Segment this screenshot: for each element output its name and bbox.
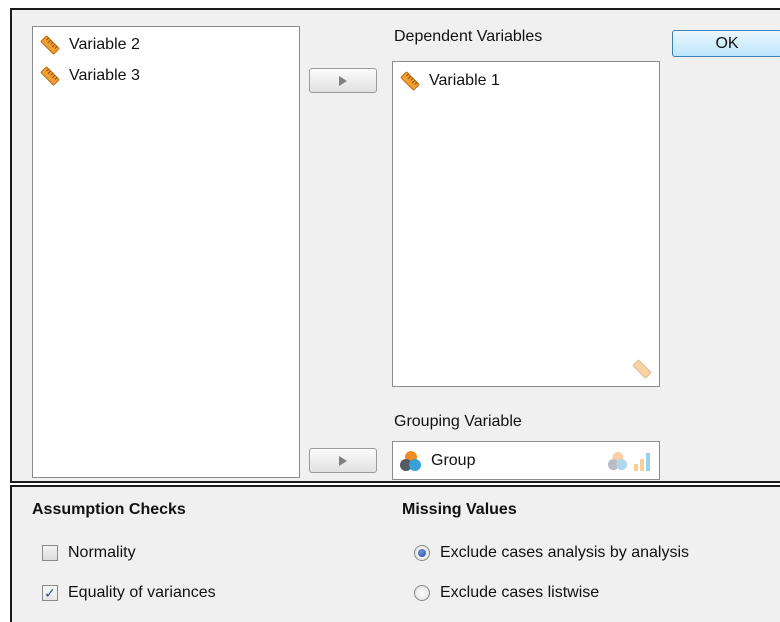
nominal-hint-icon bbox=[607, 451, 628, 471]
equality-of-variances-label: Equality of variances bbox=[68, 584, 216, 601]
exclude-listwise-label: Exclude cases listwise bbox=[440, 584, 600, 601]
list-item-label: Variable 3 bbox=[69, 67, 140, 84]
scale-ruler-icon bbox=[40, 35, 60, 55]
equality-of-variances-checkbox[interactable]: ✓ bbox=[42, 585, 58, 601]
radio-selected-dot bbox=[418, 549, 426, 557]
exclude-listwise-radio-row[interactable]: Exclude cases listwise bbox=[414, 584, 599, 602]
grouping-variable-box[interactable]: Group bbox=[392, 441, 660, 480]
equality-of-variances-checkbox-row[interactable]: ✓ Equality of variances bbox=[42, 584, 216, 602]
scale-ruler-icon bbox=[40, 66, 60, 86]
arrow-right-icon bbox=[339, 75, 347, 86]
dependent-variables-list[interactable]: Variable 1 bbox=[392, 61, 660, 387]
missing-values-title: Missing Values bbox=[402, 501, 517, 518]
source-variables-list[interactable]: Variable 2 Variable 3 bbox=[32, 26, 300, 478]
list-item-variable-1[interactable]: Variable 1 bbox=[399, 69, 500, 93]
scale-ruler-icon bbox=[400, 71, 420, 91]
grouping-variable-item[interactable]: Group bbox=[399, 449, 475, 473]
scale-ruler-hint-icon bbox=[632, 359, 652, 379]
options-panel: Assumption Checks Missing Values Normali… bbox=[10, 485, 780, 622]
list-item-variable-3[interactable]: Variable 3 bbox=[39, 64, 140, 88]
variables-panel: Variable 2 Variable 3 Dependent Variable… bbox=[10, 8, 780, 483]
grouping-variable-label: Group bbox=[431, 452, 476, 469]
list-item-label: Variable 1 bbox=[429, 72, 500, 89]
list-item-label: Variable 2 bbox=[69, 36, 140, 53]
exclude-analysis-by-analysis-label: Exclude cases analysis by analysis bbox=[440, 544, 690, 561]
move-to-grouping-button[interactable] bbox=[309, 448, 377, 473]
arrow-right-icon bbox=[339, 455, 347, 466]
checkmark-icon: ✓ bbox=[44, 585, 56, 601]
ordinal-bars-hint-icon bbox=[634, 453, 650, 471]
allowed-types-hint bbox=[607, 450, 653, 472]
normality-checkbox[interactable] bbox=[42, 545, 58, 561]
exclude-analysis-by-analysis-radio-row[interactable]: Exclude cases analysis by analysis bbox=[414, 544, 689, 562]
assumption-checks-title: Assumption Checks bbox=[32, 501, 186, 518]
list-item-variable-2[interactable]: Variable 2 bbox=[39, 33, 140, 57]
move-to-dependent-button[interactable] bbox=[309, 68, 377, 93]
ok-button[interactable]: OK bbox=[672, 30, 780, 57]
exclude-listwise-radio[interactable] bbox=[414, 585, 430, 601]
dependent-variables-caption: Dependent Variables bbox=[394, 28, 543, 45]
normality-checkbox-row[interactable]: Normality bbox=[42, 544, 136, 562]
exclude-analysis-by-analysis-radio[interactable] bbox=[414, 545, 430, 561]
normality-label: Normality bbox=[68, 544, 136, 561]
grouping-variable-caption: Grouping Variable bbox=[394, 413, 522, 430]
nominal-circles-icon bbox=[400, 451, 421, 471]
